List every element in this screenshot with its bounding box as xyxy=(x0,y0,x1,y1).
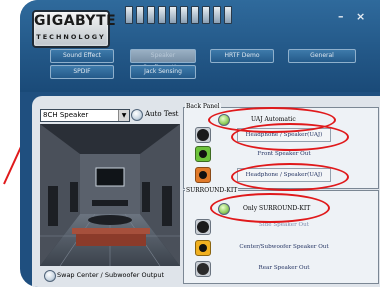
tab-general[interactable]: General xyxy=(288,49,356,63)
annotation-oval-back-jack-1 xyxy=(231,123,349,151)
speaker-room-image xyxy=(40,124,180,266)
swap-center-subwoofer-label: Swap Center / Subwoofer Output xyxy=(57,271,165,279)
tab-jack-sensing[interactable]: Jack Sensing xyxy=(130,65,196,79)
back-jack-3-icon xyxy=(195,167,211,183)
surround-jack-1-icon xyxy=(195,219,211,235)
surround-jack-3-field[interactable]: Rear Speaker Out xyxy=(237,261,331,275)
chevron-down-icon[interactable]: ▼ xyxy=(118,110,129,121)
auto-test-label: Auto Test xyxy=(145,110,179,118)
speaker-config-dropdown[interactable]: 8CH Speaker ▼ xyxy=(40,109,130,122)
surround-kit-title: SURROUND-KIT xyxy=(185,187,239,194)
back-panel-title: Back Panel xyxy=(185,103,221,110)
tab-bar: Sound Effect Speaker Configuration HRTF … xyxy=(20,44,380,80)
tab-hrtf-demo[interactable]: HRTF Demo xyxy=(210,49,274,63)
window-controls: – × xyxy=(320,10,375,24)
close-button[interactable]: × xyxy=(356,10,365,23)
surround-jack-2-icon xyxy=(195,240,211,256)
tab-sound-effect[interactable]: Sound Effect xyxy=(50,49,114,63)
swap-center-subwoofer-radio[interactable] xyxy=(44,270,56,282)
annotation-oval-surround-kit xyxy=(210,193,330,223)
tab-spdif[interactable]: SPDIF xyxy=(50,65,114,79)
minimize-button[interactable]: – xyxy=(338,10,344,23)
gigabyte-logo: GIGABYTE TECHNOLOGY xyxy=(32,10,116,48)
back-jack-2-icon xyxy=(195,146,211,162)
tab-speaker-configuration[interactable]: Speaker Configuration xyxy=(130,49,196,71)
surround-jack-3-icon xyxy=(195,261,211,277)
surround-jack-2-field[interactable]: Center/Subwoofer Speaker Out xyxy=(237,240,331,254)
back-jack-1-icon xyxy=(195,127,211,143)
decorative-grip xyxy=(125,6,232,24)
auto-test-radio[interactable] xyxy=(131,109,143,121)
annotation-oval-back-jack-3 xyxy=(231,163,349,191)
